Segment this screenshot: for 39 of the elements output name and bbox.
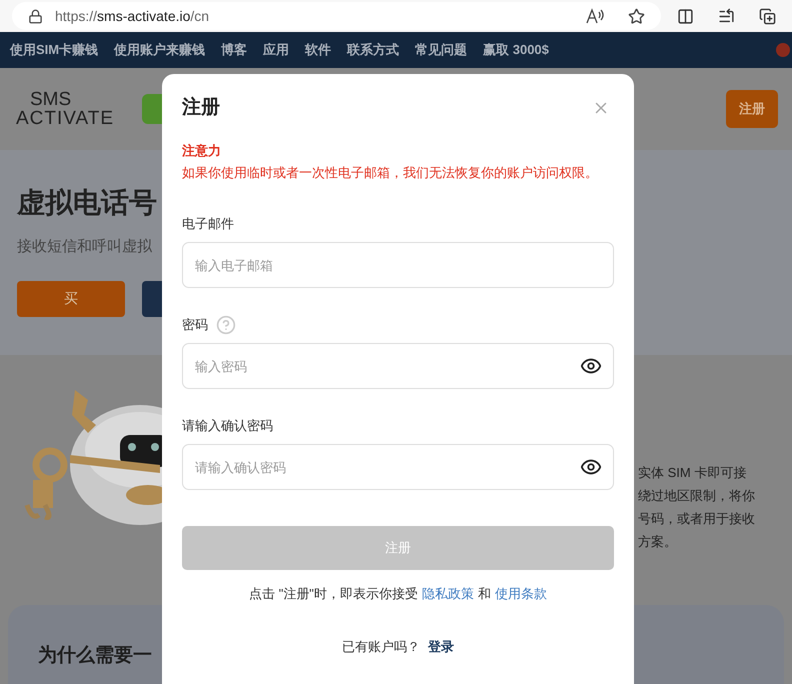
favorites-icon[interactable] — [718, 8, 735, 24]
nav-link[interactable]: 应用 — [263, 40, 290, 60]
url-text: https://sms-activate.io/cn — [55, 6, 210, 26]
field-label: 密码 — [182, 316, 208, 334]
terms-text: 和 — [478, 585, 491, 603]
nav-link[interactable]: 使用账户来赚钱 — [114, 40, 206, 60]
privacy-link[interactable]: 隐私政策 — [422, 584, 474, 604]
feature-text: 方案。 — [638, 533, 678, 551]
field-label: 电子邮件 — [182, 215, 234, 234]
favorite-icon[interactable] — [628, 8, 645, 24]
collections-icon[interactable] — [759, 8, 776, 24]
split-view-icon[interactable] — [677, 8, 694, 24]
nav-link[interactable]: 博客 — [221, 40, 248, 60]
hero-title: 虚拟电话号 — [17, 186, 158, 220]
terms-text: 点击 "注册"时，即表示你接受 — [249, 585, 418, 603]
feature-text: 绕过地区限制，将你 — [638, 487, 756, 505]
nav-link[interactable]: 使用SIM卡赚钱 — [10, 40, 98, 60]
nav-link[interactable]: 联系方式 — [347, 40, 400, 60]
warning-text: 如果你使用临时或者一次性电子邮箱，我们无法恢复你的账户访问权限。 — [182, 164, 599, 182]
field-label: 请输入确认密码 — [182, 417, 273, 436]
feature-text: 号码，或者用于接收 — [638, 510, 756, 528]
lock-icon — [28, 8, 43, 24]
dialog-title: 注册 — [182, 96, 220, 120]
password-field[interactable]: 输入密码 — [182, 343, 614, 389]
email-field[interactable]: 输入电子邮箱 — [182, 242, 614, 288]
password-field[interactable]: 请输入确认密码 — [182, 444, 614, 490]
nav-link[interactable]: 赢取 3000$ — [483, 40, 549, 60]
login-link[interactable]: 登录 — [428, 636, 454, 656]
terms-link[interactable]: 使用条款 — [494, 584, 547, 604]
hero-subtitle: 接收短信和呼叫虚拟 — [17, 237, 153, 257]
login-prompt: 已有账户吗？ — [342, 638, 420, 656]
card-title: 为什么需要一 — [38, 644, 153, 668]
nav-link[interactable]: 常见问题 — [415, 40, 468, 60]
nav-link[interactable]: 软件 — [305, 40, 332, 60]
read-aloud-icon[interactable] — [586, 8, 604, 24]
warning-title: 注意力 — [182, 142, 222, 160]
address-bar[interactable]: https://sms-activate.io/cn — [12, 2, 661, 30]
logo[interactable]: SMS ACTIVATE — [2, 90, 117, 128]
feature-text: 实体 SIM 卡即可接 — [638, 464, 748, 482]
